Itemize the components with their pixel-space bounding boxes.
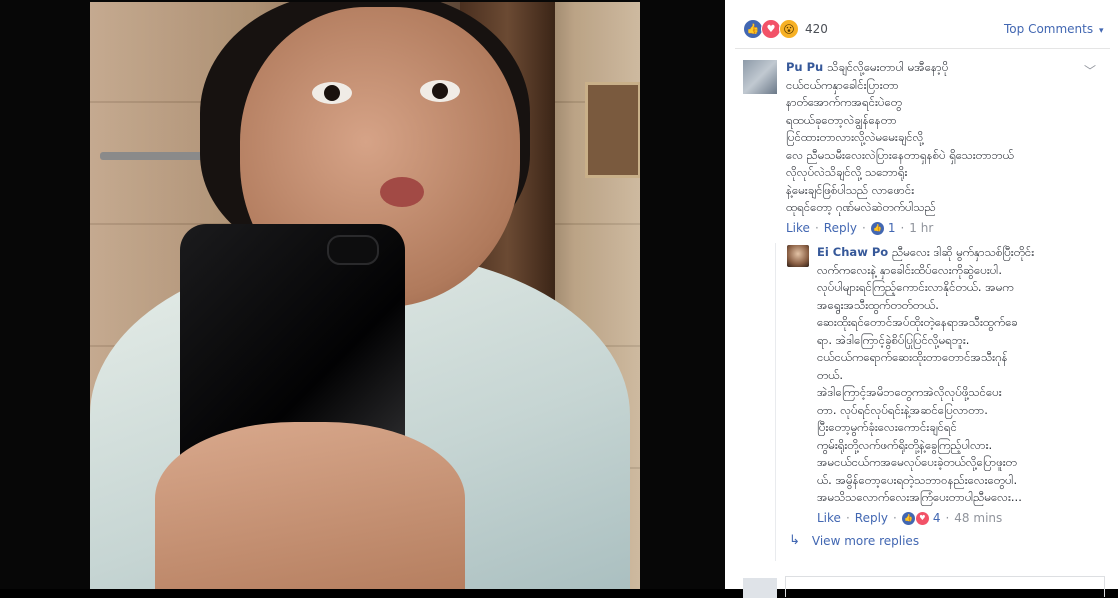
reply-line: ယ်. အမွိန်တော့ပေးရတဲ့သဘာဝနည်းလေးတွေပါ. <box>817 472 1018 487</box>
avatar[interactable] <box>787 245 809 267</box>
reply-line: ရာ. အဲဒါကြောင့်ခွဲစိပ်ပြုပြင်လို့မရဘူး. <box>817 332 970 347</box>
like-count[interactable]: 4 <box>933 511 941 525</box>
reaction-count[interactable]: 420 <box>805 22 828 36</box>
light-switch <box>585 82 640 178</box>
reply-line: ညီမလေး ဒါဆို မွက်နှာသစ်ပြီးတိုင်း <box>892 245 1035 259</box>
reply-line: အရွေးအသီးထွက်တတ်တယ်. <box>817 297 939 312</box>
reply-actions: Like · Reply · 👍 ♥ 4 · 48 mins <box>817 511 1002 525</box>
comment-line: သိချင်လို့မေးတာပါ မအီနော့ပို <box>827 60 949 74</box>
reply-line: အဲဒါကြောင့်အမိဘတွေကအဲလိုလုပ်ဖို့သင်ပေး <box>817 385 1002 399</box>
separator: · <box>893 511 897 525</box>
like-count[interactable]: 1 <box>888 221 896 235</box>
comment-time[interactable]: 1 hr <box>909 221 933 235</box>
left-eye <box>312 82 352 104</box>
comment-line: လေ ညီမသမီးလေးလဲပြားနေတာရှနစ်ပဲ ရှိသေးတာဘ… <box>786 147 1014 162</box>
like-icon: 👍 <box>901 511 915 525</box>
top-comments-label: Top Comments <box>1004 22 1094 36</box>
reply-line: တာ. လုပ်ရင်လုပ်ရင်းနဲ့အဆင်ပြေလာတာ. <box>817 402 988 417</box>
reactions-bar[interactable]: 👍 ♥ 😮 420 <box>743 18 828 40</box>
separator: · <box>945 511 950 525</box>
reply-link[interactable]: Reply <box>824 221 857 235</box>
reply-line: အမငယ်ငယ်ကအမေလုပ်ပေးခဲ့တယ်လို့ပြောဖူးတ <box>817 455 1017 469</box>
reply-line: ပြီးတော့မွက်ခုံးလေးကောင်းချင်ရင် <box>817 420 957 434</box>
right-eye <box>420 80 460 102</box>
camera-lens <box>327 235 379 265</box>
selfie-photo[interactable] <box>90 2 640 589</box>
reply-arrow-icon: ↳ <box>789 533 800 548</box>
reply-link[interactable]: Reply <box>855 511 888 525</box>
reply-line: ဆေးထိုးရင်တောင်အပ်ထိုးတဲ့နေရာအသီးထွက်ခေ <box>817 315 1018 329</box>
like-link[interactable]: Like <box>786 221 810 235</box>
love-icon: ♥ <box>915 511 929 525</box>
chevron-down-icon: ▾ <box>1098 26 1104 36</box>
reply-text: Ei Chaw Po ညီမလေး ဒါဆို မွက်နှာသစ်ပြီးတို… <box>817 244 1107 507</box>
comment-line: ထုရင်တော့ ဂုဏ်မလဲဆဲတက်ပါသည် <box>786 200 936 214</box>
like-link[interactable]: Like <box>817 511 841 525</box>
separator: · <box>862 221 866 235</box>
mouth <box>380 177 424 207</box>
like-icon: 👍 <box>870 221 884 235</box>
reply-author[interactable]: Ei Chaw Po <box>817 245 888 259</box>
reply-line: တယ်. <box>817 367 844 382</box>
hand <box>155 422 465 589</box>
reply-line: အမသိသလောက်လေးအကြံပေးတာပါညီမလေး... <box>817 490 1022 504</box>
comments-panel: 👍 ♥ 😮 420 Top Comments ▾ ﹀ Pu Pu သိချင်လိ… <box>725 0 1118 598</box>
comment-actions: Like · Reply · 👍 1 · 1 hr <box>786 221 933 235</box>
reply-line: လက်ကလေးနဲ့ နှာခေါင်းထိပ်လေးကိုဆွဲပေးပါ. <box>817 262 1002 277</box>
comment-author[interactable]: Pu Pu <box>786 60 823 74</box>
avatar[interactable] <box>743 60 777 94</box>
comment-text: Pu Pu သိချင်လို့မေးတာပါ မအီနော့ပို ငယ်ငယ်… <box>786 59 1086 217</box>
separator: · <box>900 221 905 235</box>
avatar[interactable] <box>743 578 777 598</box>
reply-thread-line <box>775 243 776 561</box>
separator: · <box>845 511 850 525</box>
comment-line: လိုလုပ်လဲသိချင်လို့ သဘောရိုး <box>786 165 908 179</box>
like-icon: 👍 <box>743 19 763 39</box>
top-comments-dropdown[interactable]: Top Comments ▾ <box>1004 22 1103 36</box>
divider <box>735 48 1110 49</box>
reply-line: လုပ်ပါများရင်ကြည့်ကောင်းလာနိုင်တယ်. အမက <box>817 280 1014 294</box>
reply-line: ငယ်ငယ်ကရောက်ဆေးထိုးတာတောင်အသီးဂုန် <box>817 350 1008 364</box>
comment-line: နဲ့မေးချင်ဖြစ်ပါသည် လာဖောင်း <box>786 182 915 197</box>
reply-time[interactable]: 48 mins <box>954 511 1002 525</box>
comment-line: ပြင်ထားတာလားလို့လဲမမေးချင်လို့ <box>786 130 924 144</box>
view-more-replies-link[interactable]: ↳ View more replies <box>789 533 919 548</box>
love-icon: ♥ <box>761 19 781 39</box>
towel-rail <box>100 152 205 160</box>
reply-line: ကွမ်းရိုးတို့လက်ဖက်ရိုးတို့နဲ့ခွေကြည့်ပါ… <box>817 437 993 452</box>
comment-box[interactable] <box>785 576 1105 597</box>
comment-line: ငယ်ငယ်ကနှာခေါင်းပြားတာ <box>786 77 899 92</box>
photo-viewer <box>0 0 725 589</box>
view-more-label: View more replies <box>811 533 920 548</box>
wow-icon: 😮 <box>779 19 799 39</box>
comment-line: ရထယ်ခုတော့လဲချွန်နေတာ <box>786 112 897 127</box>
separator: · <box>814 221 819 235</box>
comment-line: နာတ်အောက်ကအရင်းပဲတွေ <box>786 95 902 109</box>
